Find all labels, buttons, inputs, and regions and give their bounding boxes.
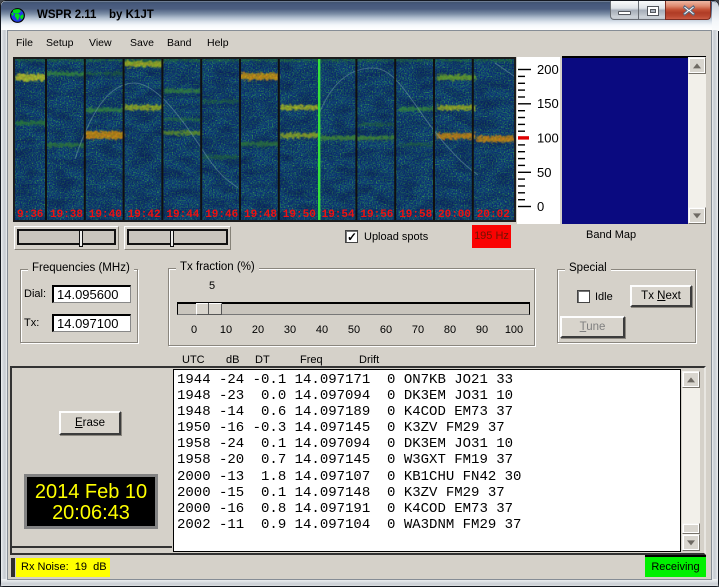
svg-text:19:54: 19:54 <box>322 209 355 220</box>
svg-text:19:40: 19:40 <box>89 209 122 220</box>
svg-text:19:56: 19:56 <box>360 209 393 220</box>
svg-text:20:00: 20:00 <box>438 209 471 220</box>
svg-text:200: 200 <box>537 62 559 77</box>
svg-text:19:38: 19:38 <box>50 209 83 220</box>
svg-text:150: 150 <box>537 96 559 111</box>
svg-text:20:02: 20:02 <box>477 209 510 220</box>
svg-text:19:50: 19:50 <box>283 209 316 220</box>
svg-text:9:36: 9:36 <box>17 209 43 220</box>
svg-text:0: 0 <box>537 199 544 214</box>
svg-text:19:46: 19:46 <box>205 209 238 220</box>
svg-text:19:44: 19:44 <box>166 209 199 220</box>
svg-text:19:42: 19:42 <box>128 209 161 220</box>
svg-text:100: 100 <box>537 131 559 146</box>
svg-text:19:48: 19:48 <box>244 209 277 220</box>
svg-text:50: 50 <box>537 165 551 180</box>
svg-text:19:58: 19:58 <box>399 209 432 220</box>
